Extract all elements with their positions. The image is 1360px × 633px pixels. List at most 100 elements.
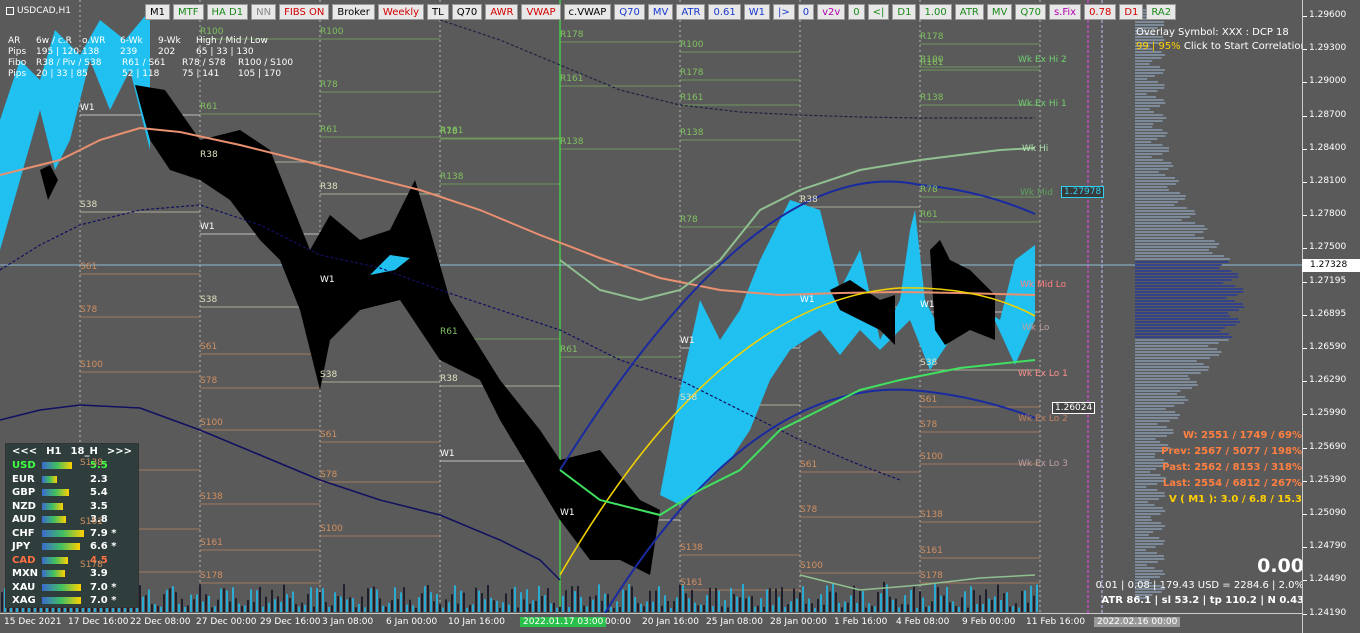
stats-cell: AR [8, 36, 21, 46]
stats-cell: High / Mid / Low [196, 36, 268, 46]
currency-name: MXN [12, 568, 39, 580]
time-tick-label: 00:00 [605, 617, 631, 627]
toolbar-btn-11[interactable]: c.VWAP [563, 4, 612, 20]
price-tick-label: 1.24790 [1302, 541, 1347, 552]
currency-row-xau[interactable]: XAU 7.0 * [6, 581, 138, 595]
currency-row-chf[interactable]: CHF 7.9 * [6, 527, 138, 541]
stats-cell: R38 / Piv / S38 [36, 58, 102, 68]
toolbar-btn-4[interactable]: FIBS ON [279, 4, 330, 20]
overlay-info[interactable]: Overlay Symbol: XXX : DCP 18 99 | 95% Cl… [1136, 26, 1307, 54]
pivot-level-label: S61 [80, 262, 98, 272]
next-period-button[interactable]: >>> [107, 446, 132, 457]
currency-name: JPY [12, 541, 31, 553]
currency-value: 2.3 [90, 473, 108, 485]
pivot-level-label: S100 [320, 524, 343, 534]
time-tick-label: 22 Dec 08:00 [130, 617, 191, 627]
toolbar-btn-29[interactable]: D1 [1119, 4, 1144, 20]
pivot-level-label: W1 [440, 449, 455, 459]
toolbar-btn-26[interactable]: Q70 [1015, 4, 1046, 20]
toolbar-btn-2[interactable]: HA D1 [206, 4, 249, 20]
pivot-level-label: W1 [680, 336, 695, 346]
toolbar-btn-21[interactable]: <| [867, 4, 890, 20]
toolbar-btn-15[interactable]: 0.61 [708, 4, 741, 20]
currency-row-xag[interactable]: XAG 7.0 * [6, 594, 138, 608]
toolbar-btn-23[interactable]: 1.00 [919, 4, 952, 20]
price-tick-label: 1.24190 [1302, 607, 1347, 618]
price-tick-label: 1.27195 [1302, 275, 1347, 286]
pivot-level-label: S100 [800, 561, 823, 571]
correlation-link[interactable]: Click to Start Correlation [1181, 41, 1307, 52]
toolbar-btn-25[interactable]: MV [986, 4, 1013, 20]
stat-past: Past: 2562 / 8153 / 318% [1162, 462, 1302, 473]
price-tick-label: 1.27500 [1302, 242, 1347, 253]
currency-row-usd[interactable]: USD 5.5 [6, 459, 138, 473]
toolbar-btn-10[interactable]: VWAP [521, 4, 561, 20]
strength-bar [42, 516, 66, 524]
pivot-level-label: R138 [680, 128, 704, 138]
stats-cell: 6-Wk [120, 36, 143, 46]
time-tick-label: 10 Jan 16:00 [448, 617, 505, 627]
panel-period: 18_H [70, 446, 98, 457]
currency-row-jpy[interactable]: JPY 6.6 * [6, 540, 138, 554]
pivot-level-label: S178 [80, 560, 103, 570]
toolbar-btn-24[interactable]: ATR [954, 4, 984, 20]
toolbar-btn-7[interactable]: TL [427, 4, 449, 20]
currency-row-eur[interactable]: EUR 2.3 [6, 473, 138, 487]
pivot-level-label: S78 [800, 505, 818, 515]
toolbar-btn-22[interactable]: D1 [892, 4, 917, 20]
currency-row-aud[interactable]: AUD 3.8 [6, 513, 138, 527]
currency-row-gbp[interactable]: GBP 5.4 [6, 486, 138, 500]
stats-row-ar: AR 6w / c.R o.WR 6-Wk 9-Wk High / Mid / Low [8, 36, 298, 47]
currency-name: CHF [12, 527, 35, 539]
toolbar-btn-14[interactable]: ATR [676, 4, 706, 20]
time-tick-label: 15 Dec 2021 [4, 617, 62, 627]
pivot-level-label: R138 [560, 137, 584, 147]
stats-row-fibo: Fibo R38 / Piv / S38 R61 / S61 R78 / S78 R10… [8, 58, 298, 69]
price-chart[interactable] [0, 0, 1302, 613]
strength-bar [42, 475, 57, 483]
toolbar-btn-27[interactable]: s.Fix [1048, 4, 1082, 20]
pivot-level-label: S78 [200, 376, 218, 386]
time-tick-label: 28 Jan 00:00 [770, 617, 827, 627]
stats-row-pips: Pips 195 | 120 138 239 202 65 | 33 | 130 [8, 47, 298, 58]
toolbar-btn-13[interactable]: MV [647, 4, 674, 20]
toolbar-btn-8[interactable]: Q70 [451, 4, 483, 20]
currency-row-cad[interactable]: CAD 4.5 [6, 554, 138, 568]
prev-period-button[interactable]: <<< [12, 446, 37, 457]
currency-value: 7.9 * [90, 527, 117, 539]
currency-row-nzd[interactable]: NZD 3.5 [6, 500, 138, 514]
toolbar-btn-18[interactable]: 0 [797, 4, 815, 20]
currency-value: 7.0 * [90, 581, 117, 593]
toolbar-btn-0[interactable]: M1 [145, 4, 170, 20]
toolbar-btn-16[interactable]: W1 [743, 4, 770, 20]
toolbar-btn-5[interactable]: Broker [332, 4, 375, 20]
currency-row-mxn[interactable]: MXN 3.9 [6, 567, 138, 581]
toolbar-btn-19[interactable]: v2v [817, 4, 846, 20]
time-tick-label: 27 Dec 00:00 [196, 617, 257, 627]
toolbar-btn-12[interactable]: Q70 [614, 4, 645, 20]
stats-cell: R78 / S78 [182, 58, 226, 68]
toolbar-btn-6[interactable]: Weekly [377, 4, 425, 20]
strength-bar [42, 529, 84, 537]
toolbar-btn-17[interactable]: |> [772, 4, 795, 20]
toolbar-btn-20[interactable]: 0 [848, 4, 865, 20]
pivot-level-label: R161 [440, 126, 464, 136]
toolbar-btn-9[interactable]: AWR [485, 4, 519, 20]
price-axis[interactable]: 1.29600 1.29300 1.29000 1.28700 1.28400 1.281… [1302, 0, 1360, 633]
time-tick-label: 11 Feb 16:00 [1026, 617, 1086, 627]
pivot-level-label: S61 [320, 430, 338, 440]
time-axis[interactable]: 15 Dec 2021 17 Dec 16:00 22 Dec 08:00 27 De… [0, 613, 1302, 633]
toolbar-btn-30[interactable]: RA2 [1146, 4, 1177, 20]
toolbar-btn-1[interactable]: MTF [173, 4, 204, 20]
pivot-level-label: S38 [200, 295, 218, 305]
price-tick-label: 1.25690 [1302, 441, 1347, 452]
pivot-level-label: S78 [80, 305, 98, 315]
strength-bar [42, 570, 65, 578]
toolbar-btn-3[interactable]: NN [251, 4, 277, 20]
toolbar-btn-28[interactable]: 0.78 [1084, 4, 1117, 20]
price-tick-label: 1.29600 [1302, 10, 1347, 20]
symbol-title: USDCAD,H1 [6, 6, 71, 16]
stats-cell: Pips [8, 69, 27, 79]
indicator-toolbar: M1 MTF HA D1 NN FIBS ON Broker Weekly TL Q70 AWR V… [145, 4, 1177, 20]
pivot-level-label: S161 [680, 578, 703, 588]
